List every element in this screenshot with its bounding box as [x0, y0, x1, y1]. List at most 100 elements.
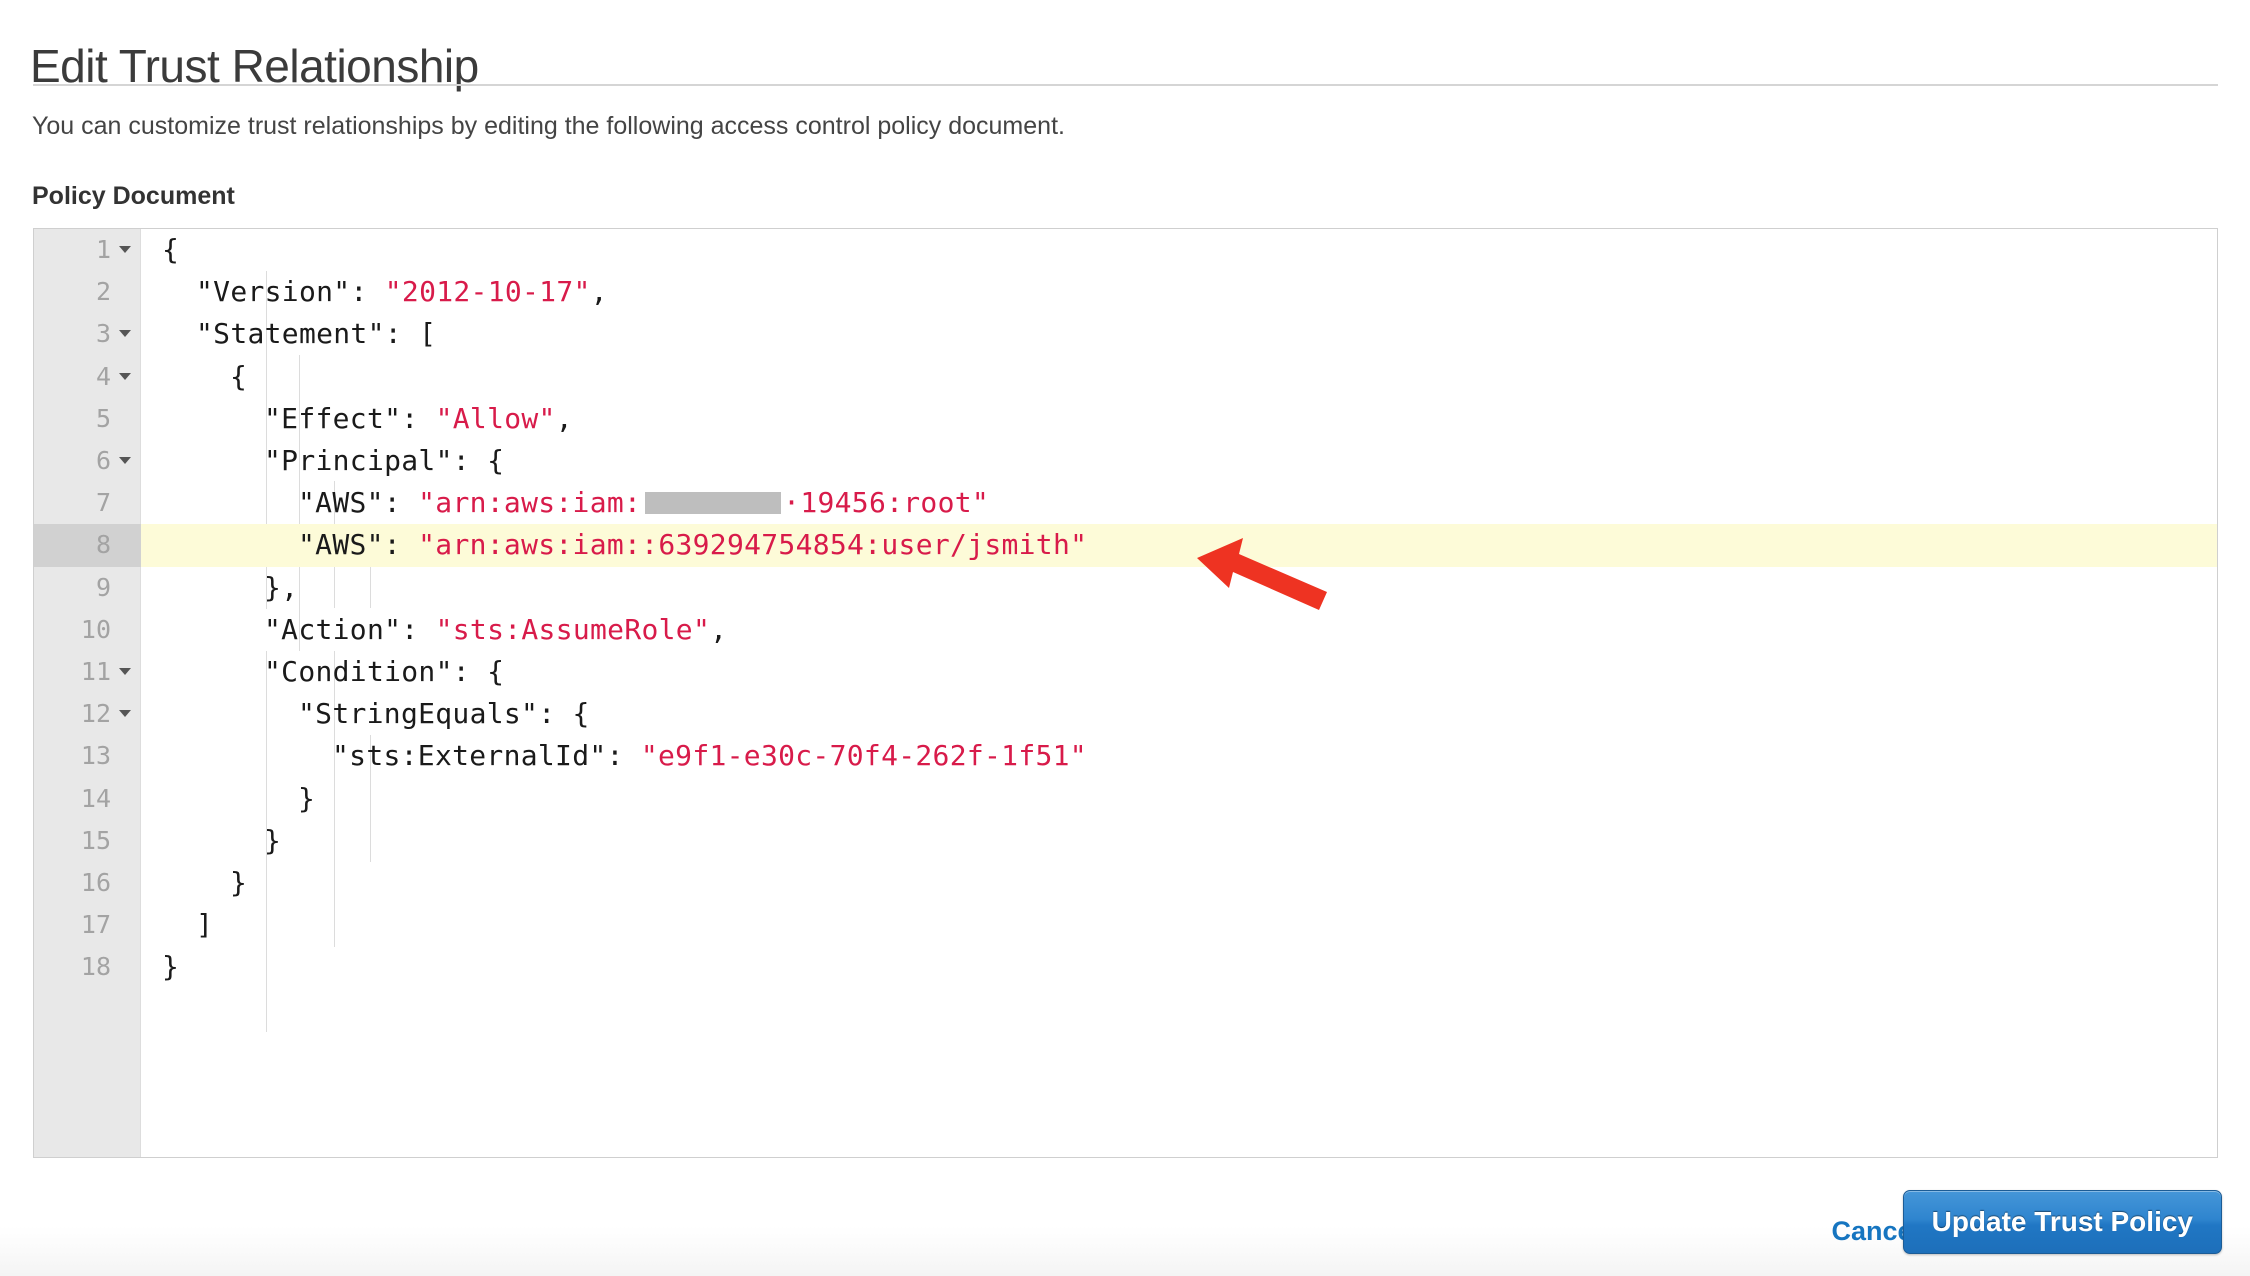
token-key: "Condition"	[264, 655, 453, 688]
code-row[interactable]: 12 "StringEquals": {	[34, 693, 2217, 735]
line-number: 16	[80, 868, 111, 897]
token-colon: :	[383, 528, 419, 562]
token-colon: :	[452, 655, 488, 688]
code-row[interactable]: 14 }	[34, 778, 2217, 820]
token-bracket: ]	[196, 908, 214, 942]
token-comma: ,	[590, 275, 608, 309]
line-number-cell: 10	[34, 609, 141, 651]
line-number-cell: 6	[34, 440, 141, 482]
policy-document-editor[interactable]: 1 { 2 "Version": "2012-10-17", 3 "Statem…	[33, 228, 2218, 1158]
token-string-suffix: ·19456:root"	[783, 486, 990, 520]
title-divider	[33, 84, 2218, 86]
fold-arrow-icon[interactable]	[119, 372, 131, 380]
token-key: "sts:ExternalId"	[332, 739, 607, 773]
line-number: 7	[95, 488, 111, 518]
token-punct: {	[230, 359, 248, 393]
fold-arrow-icon[interactable]	[119, 457, 131, 464]
line-number: 13	[80, 741, 111, 771]
token-punct: {	[162, 233, 180, 266]
code-row[interactable]: 11 "Condition": {	[34, 651, 2217, 693]
line-number-cell: 2	[34, 271, 141, 313]
fold-arrow-icon[interactable]	[119, 710, 131, 718]
code-text: "AWS": "arn:aws:iam: ·19456:root"	[298, 486, 989, 520]
code-text: }	[264, 824, 281, 858]
redaction-box	[645, 492, 782, 515]
edit-trust-relationship-page: Edit Trust Relationship You can customiz…	[0, 0, 2250, 1276]
line-number: 3	[95, 319, 111, 349]
line-number-cell: 1	[34, 229, 141, 271]
token-brace: {	[572, 697, 590, 731]
code-text: "Effect": "Allow",	[264, 402, 573, 436]
code-row[interactable]: 18 }	[34, 946, 2217, 988]
token-colon: :	[350, 275, 385, 309]
fold-arrow-icon[interactable]	[119, 330, 131, 338]
token-punct: }	[162, 950, 180, 984]
code-text: "Action": "sts:AssumeRole",	[264, 613, 727, 647]
token-colon: :	[401, 612, 436, 646]
line-number-cell: 14	[34, 778, 141, 820]
code-text: "sts:ExternalId": "e9f1-e30c-70f4-262f-1…	[332, 739, 1087, 773]
line-number: 5	[95, 403, 111, 433]
token-key: "StringEquals"	[298, 697, 539, 731]
line-number: 18	[80, 952, 111, 982]
code-row[interactable]: 3 "Statement": [	[34, 313, 2217, 355]
page-description: You can customize trust relationships by…	[32, 112, 1065, 140]
code-row[interactable]: 2 "Version": "2012-10-17",	[34, 271, 2217, 313]
line-number-cell: 15	[34, 820, 141, 862]
token-string: "arn:aws:iam::639294754854:user/jsmith"	[418, 528, 1088, 562]
token-key: "Effect"	[264, 401, 402, 435]
code-text: "AWS": "arn:aws:iam::639294754854:user/j…	[298, 528, 1087, 562]
token-string: "Allow"	[435, 401, 556, 435]
token-key: "Version"	[196, 275, 351, 309]
line-number-cell: 16	[34, 862, 141, 904]
token-punct: }	[264, 823, 282, 857]
code-row[interactable]: 17 ]	[34, 904, 2217, 946]
token-comma: ,	[555, 401, 573, 435]
policy-document-label: Policy Document	[32, 182, 235, 210]
line-number: 1	[95, 235, 111, 264]
token-string: "e9f1-e30c-70f4-262f-1f51"	[640, 739, 1087, 773]
form-footer: Cancel Update Trust Policy	[0, 1158, 2250, 1276]
token-comma: ,	[710, 612, 728, 646]
line-number: 17	[80, 910, 111, 940]
token-key: "AWS"	[298, 486, 384, 520]
line-number-cell: 8	[34, 524, 141, 567]
token-key: "Action"	[264, 612, 402, 646]
line-number-cell: 3	[34, 313, 141, 355]
line-number: 11	[80, 657, 111, 686]
line-number-cell: 17	[34, 904, 141, 946]
code-text: }	[230, 866, 247, 900]
token-colon: :	[383, 486, 419, 520]
token-brace: {	[487, 655, 505, 688]
code-row[interactable]: 4 {	[34, 356, 2217, 398]
token-colon: :	[538, 697, 573, 731]
code-row[interactable]: 7 "AWS": "arn:aws:iam: ·19456:root"	[34, 482, 2217, 524]
code-row[interactable]: 6 "Principal": {	[34, 440, 2217, 482]
code-row[interactable]: 10 "Action": "sts:AssumeRole",	[34, 609, 2217, 651]
code-row[interactable]: 13 "sts:ExternalId": "e9f1-e30c-70f4-262…	[34, 735, 2217, 777]
line-number-cell: 11	[34, 651, 141, 693]
code-row[interactable]: 9 },	[34, 567, 2217, 609]
token-colon: :	[401, 401, 436, 435]
code-row[interactable]: 15 }	[34, 820, 2217, 862]
code-row[interactable]: 5 "Effect": "Allow",	[34, 398, 2217, 440]
fold-arrow-icon[interactable]	[119, 668, 131, 675]
code-row-active[interactable]: 8 "AWS": "arn:aws:iam::639294754854:user…	[34, 524, 2217, 567]
code-text: }	[298, 782, 315, 816]
code-text: {	[230, 360, 247, 394]
fold-arrow-icon[interactable]	[119, 246, 131, 253]
line-number-cell: 7	[34, 482, 141, 524]
token-string: "sts:AssumeRole"	[435, 612, 711, 646]
line-number: 2	[95, 277, 111, 307]
code-row[interactable]: 1 {	[34, 229, 2217, 271]
code-row[interactable]: 16 }	[34, 862, 2217, 904]
line-number-cell: 9	[34, 567, 141, 609]
code-text: {	[162, 233, 179, 267]
line-number: 6	[95, 446, 111, 475]
line-number: 15	[80, 825, 111, 855]
token-brace: {	[487, 444, 505, 477]
update-trust-policy-button[interactable]: Update Trust Policy	[1902, 1190, 2222, 1254]
token-key: "AWS"	[298, 528, 384, 562]
line-number: 9	[95, 572, 111, 602]
line-number-cell: 13	[34, 735, 141, 777]
